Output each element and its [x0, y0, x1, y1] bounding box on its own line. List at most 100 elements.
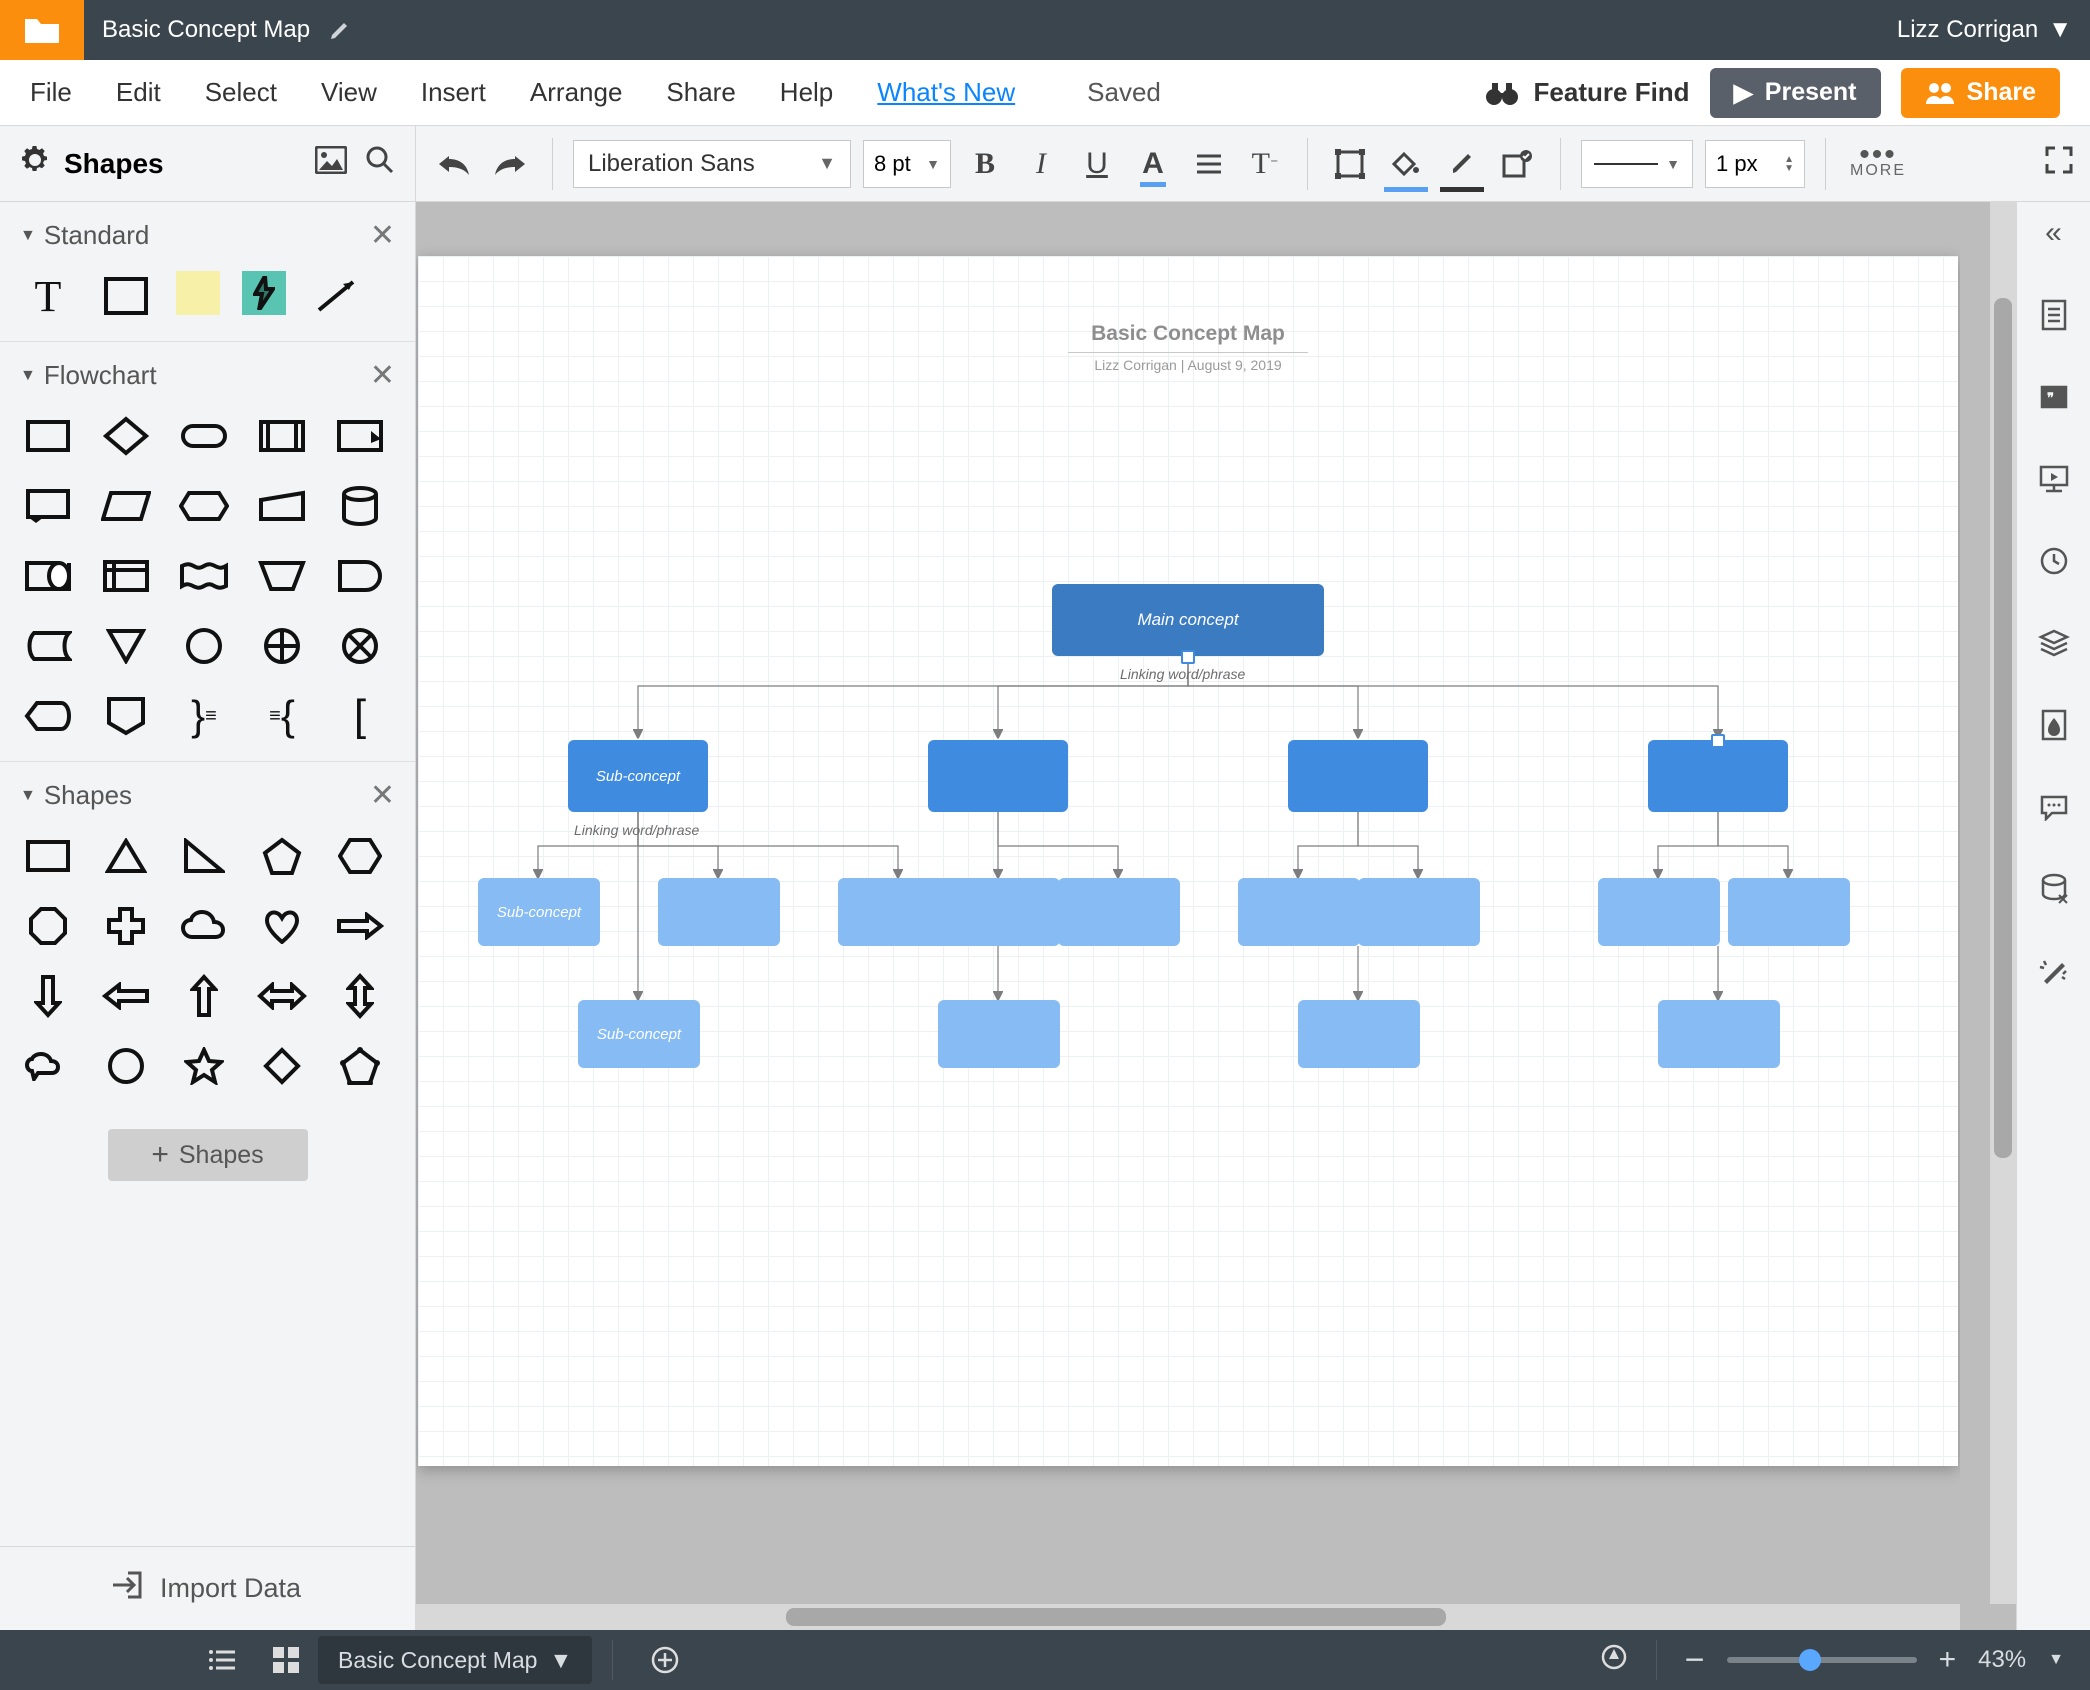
linking-label[interactable]: Linking word/phrase	[574, 822, 699, 838]
zoom-value[interactable]: 43%	[1978, 1646, 2026, 1674]
fullscreen-button[interactable]	[2044, 145, 2074, 182]
folder-icon[interactable]	[0, 0, 84, 60]
node-sub-concept[interactable]	[1288, 740, 1428, 812]
line-color-button[interactable]	[1440, 142, 1484, 186]
node-sub-concept[interactable]	[1648, 740, 1788, 812]
menu-edit[interactable]: Edit	[116, 77, 161, 108]
sh-arrow-up[interactable]	[176, 971, 232, 1021]
node-leaf[interactable]	[938, 1000, 1060, 1068]
share-button[interactable]: Share	[1901, 68, 2060, 118]
node-leaf[interactable]	[1728, 878, 1850, 946]
bold-button[interactable]: B	[963, 142, 1007, 186]
node-leaf[interactable]	[1298, 1000, 1420, 1068]
fc-preparation[interactable]	[176, 481, 232, 531]
shape-action[interactable]	[242, 271, 286, 315]
menu-view[interactable]: View	[321, 77, 377, 108]
align-button[interactable]	[1187, 142, 1231, 186]
list-view-icon[interactable]	[190, 1648, 254, 1672]
node-sub-concept[interactable]	[928, 740, 1068, 812]
close-icon[interactable]: ✕	[370, 358, 395, 393]
sh-right-triangle[interactable]	[176, 831, 232, 881]
add-page-button[interactable]	[633, 1645, 697, 1675]
sh-octagon[interactable]	[20, 901, 76, 951]
menu-select[interactable]: Select	[205, 77, 277, 108]
category-header-flowchart[interactable]: ▼ Flowchart ✕	[20, 358, 395, 403]
fc-summing[interactable]	[254, 621, 310, 671]
rail-chat-icon[interactable]	[2032, 780, 2076, 834]
shape-rectangle[interactable]	[98, 271, 154, 321]
fc-io-cursor[interactable]	[332, 411, 388, 461]
node-leaf[interactable]	[658, 878, 780, 946]
sh-diamond[interactable]	[254, 1041, 310, 1091]
node-handle[interactable]	[1181, 650, 1195, 664]
sh-callout-cloud[interactable]	[20, 1041, 76, 1091]
sh-hexagon[interactable]	[332, 831, 388, 881]
underline-button[interactable]: U	[1075, 142, 1119, 186]
text-color-button[interactable]: A	[1131, 142, 1175, 186]
node-leaf[interactable]	[1058, 878, 1180, 946]
line-style-select[interactable]: ▼	[1581, 140, 1693, 188]
collapse-rail-button[interactable]: «	[2045, 206, 2062, 260]
rename-icon[interactable]	[328, 18, 352, 42]
sh-circle[interactable]	[98, 1041, 154, 1091]
sh-arrow-right[interactable]	[332, 901, 388, 951]
zoom-out-button[interactable]: −	[1685, 1641, 1705, 1680]
node-leaf[interactable]	[1238, 878, 1360, 946]
gear-icon[interactable]	[20, 145, 50, 183]
node-leaf[interactable]	[1658, 1000, 1780, 1068]
sh-arrow-ud[interactable]	[332, 971, 388, 1021]
category-header-shapes[interactable]: ▼ Shapes ✕	[20, 778, 395, 823]
node-leaf[interactable]	[1358, 878, 1480, 946]
fc-delay[interactable]	[332, 551, 388, 601]
fc-internal-storage[interactable]	[98, 551, 154, 601]
fill-color-button[interactable]	[1384, 142, 1428, 186]
fc-data[interactable]	[98, 481, 154, 531]
redo-button[interactable]	[488, 142, 532, 186]
fc-merge[interactable]	[98, 621, 154, 671]
rail-data-icon[interactable]	[2032, 862, 2076, 916]
rail-comment-icon[interactable]: ❞	[2032, 370, 2076, 424]
image-icon[interactable]	[315, 146, 347, 182]
line-width-select[interactable]: 1 px ▲▼	[1705, 140, 1805, 188]
sh-cross[interactable]	[98, 901, 154, 951]
linking-label[interactable]: Linking word/phrase	[1120, 666, 1245, 682]
view-mode-icon[interactable]	[1600, 1643, 1628, 1678]
node-leaf[interactable]: Sub-concept	[478, 878, 600, 946]
italic-button[interactable]: I	[1019, 142, 1063, 186]
feature-find[interactable]: Feature Find	[1484, 77, 1690, 108]
sh-heart[interactable]	[254, 901, 310, 951]
zoom-slider-knob[interactable]	[1799, 1649, 1821, 1671]
fc-decision[interactable]	[98, 411, 154, 461]
fc-tape[interactable]	[176, 551, 232, 601]
fc-manual-op[interactable]	[254, 551, 310, 601]
close-icon[interactable]: ✕	[370, 218, 395, 253]
menu-help[interactable]: Help	[780, 77, 833, 108]
fc-terminator[interactable]	[176, 411, 232, 461]
node-leaf[interactable]: Sub-concept	[578, 1000, 700, 1068]
rail-history-icon[interactable]	[2032, 534, 2076, 588]
node-sub-concept[interactable]: Sub-concept	[568, 740, 708, 812]
text-size-button[interactable]: T⁻	[1243, 142, 1287, 186]
zoom-slider[interactable]	[1727, 1657, 1917, 1663]
shape-style-button[interactable]	[1328, 142, 1372, 186]
node-leaf[interactable]	[938, 878, 1060, 946]
fc-card[interactable]	[20, 551, 76, 601]
fc-brace-left[interactable]: ≡{	[254, 691, 310, 741]
more-tools[interactable]: ••• MORE	[1850, 148, 1906, 180]
horizontal-scrollbar[interactable]	[416, 1604, 1960, 1630]
vertical-scrollbar[interactable]	[1990, 202, 2016, 1604]
shape-sticky-note[interactable]	[176, 271, 220, 315]
rail-present-icon[interactable]	[2032, 452, 2076, 506]
fc-bracket[interactable]: [	[332, 691, 388, 741]
fc-connector[interactable]	[176, 621, 232, 671]
present-button[interactable]: ▶ Present	[1710, 68, 1881, 118]
zoom-in-button[interactable]: +	[1939, 1643, 1957, 1677]
menu-whats-new[interactable]: What's New	[877, 77, 1015, 108]
fc-stored-data[interactable]	[20, 621, 76, 671]
undo-button[interactable]	[432, 142, 476, 186]
close-icon[interactable]: ✕	[370, 778, 395, 813]
scrollbar-thumb[interactable]	[1994, 298, 2012, 1158]
rail-page-icon[interactable]	[2032, 288, 2076, 342]
font-size-select[interactable]: 8 pt ▼	[863, 140, 951, 188]
search-icon[interactable]	[365, 145, 395, 183]
